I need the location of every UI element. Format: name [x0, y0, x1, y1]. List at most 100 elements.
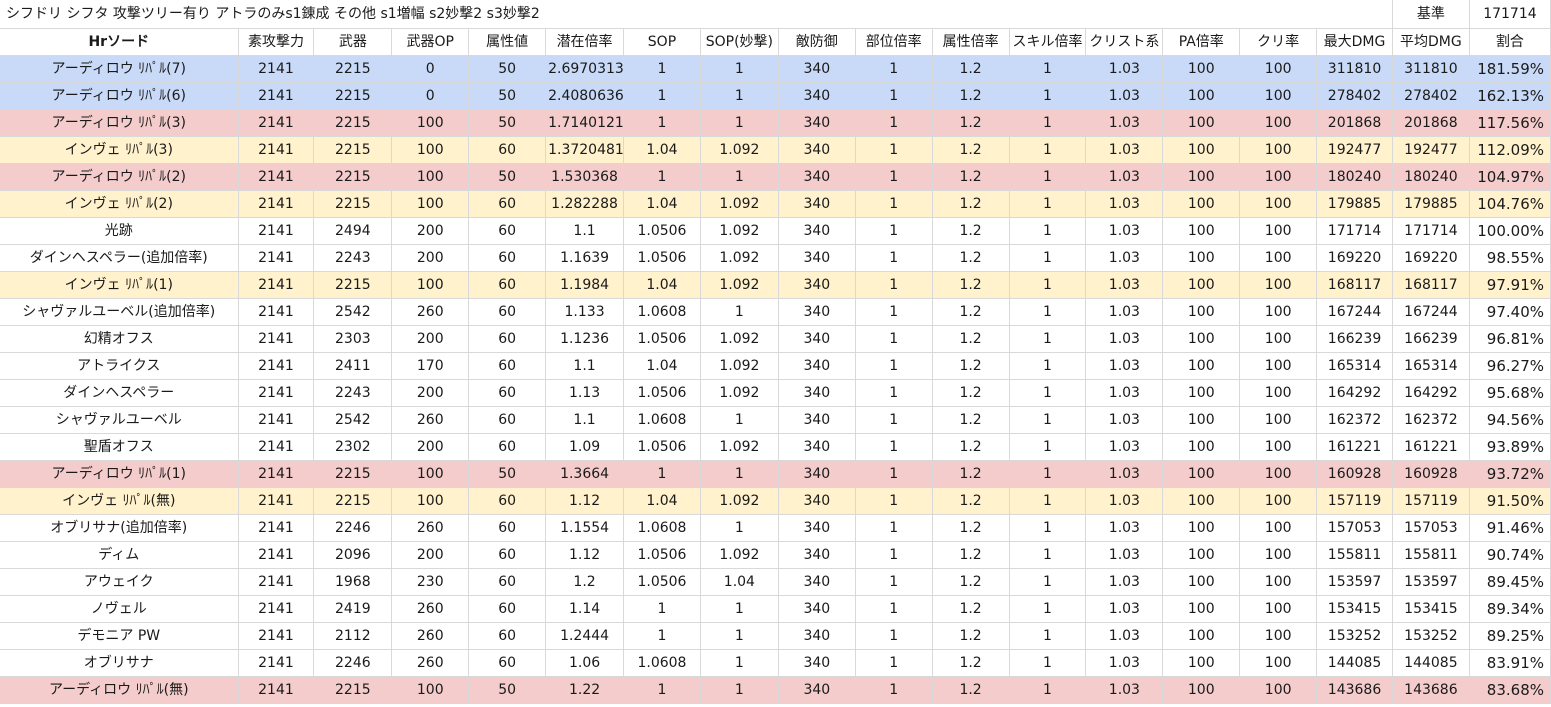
weapon-name-cell[interactable]: デモニア PW [0, 622, 239, 650]
table-cell[interactable]: 2243 [313, 244, 393, 272]
table-cell[interactable]: 1 [855, 109, 933, 137]
sheet-title[interactable]: シフドリ シフタ 攻撃ツリー有り アトラのみs1錬成 その他 s1増幅 s2妙撃… [0, 0, 1393, 29]
table-cell[interactable]: 1 [855, 163, 933, 191]
table-cell[interactable]: 2141 [238, 433, 315, 461]
table-cell[interactable]: 1 [855, 460, 933, 488]
table-cell[interactable]: 1.0506 [623, 244, 701, 272]
table-cell[interactable]: 1 [1009, 379, 1087, 407]
table-cell[interactable]: 260 [391, 514, 470, 542]
table-cell[interactable]: 100 [391, 190, 470, 218]
table-cell[interactable]: 260 [391, 595, 470, 623]
table-cell[interactable]: 1 [700, 514, 779, 542]
table-cell[interactable]: 2141 [238, 568, 315, 596]
table-cell[interactable]: 89.45% [1469, 568, 1551, 596]
table-cell[interactable]: 1 [700, 622, 779, 650]
table-cell[interactable]: 2141 [238, 136, 315, 164]
table-cell[interactable]: 1.092 [700, 541, 779, 569]
table-cell[interactable]: 340 [778, 163, 856, 191]
table-cell[interactable]: 1.2 [932, 271, 1010, 299]
table-cell[interactable]: 161221 [1392, 433, 1470, 461]
table-cell[interactable]: 60 [468, 541, 547, 569]
weapon-name-cell[interactable]: アーディロウ ﾘﾊﾟﾙ(2) [0, 163, 239, 191]
table-cell[interactable]: 100 [1162, 109, 1241, 137]
table-cell[interactable]: 60 [468, 325, 547, 353]
table-cell[interactable]: 2302 [313, 433, 393, 461]
table-cell[interactable]: 160928 [1316, 460, 1393, 488]
table-cell[interactable]: 96.81% [1469, 325, 1551, 353]
table-cell[interactable]: 157053 [1316, 514, 1393, 542]
table-cell[interactable]: 153252 [1316, 622, 1393, 650]
table-cell[interactable]: 2246 [313, 514, 393, 542]
table-cell[interactable]: 340 [778, 487, 856, 515]
table-cell[interactable]: 100 [391, 676, 470, 704]
table-cell[interactable]: 1.2 [932, 622, 1010, 650]
table-cell[interactable]: 161221 [1316, 433, 1393, 461]
table-cell[interactable]: 100 [1162, 55, 1241, 83]
weapon-name-cell[interactable]: シャヴァルユーベル(追加倍率) [0, 298, 239, 326]
table-cell[interactable]: 0 [391, 55, 470, 83]
table-cell[interactable]: 170 [391, 352, 470, 380]
table-cell[interactable]: 100 [1239, 514, 1318, 542]
table-cell[interactable]: 100 [1162, 82, 1241, 110]
table-cell[interactable]: 200 [391, 433, 470, 461]
column-header[interactable]: 最大DMG [1316, 28, 1393, 56]
table-cell[interactable]: 1.03 [1085, 568, 1164, 596]
column-header[interactable]: 平均DMG [1392, 28, 1470, 56]
column-header[interactable]: 武器 [313, 28, 393, 56]
table-cell[interactable]: 181.59% [1469, 55, 1551, 83]
table-cell[interactable]: 153415 [1316, 595, 1393, 623]
table-cell[interactable]: 60 [468, 514, 547, 542]
table-cell[interactable]: 1 [855, 217, 933, 245]
table-cell[interactable]: 1 [1009, 82, 1087, 110]
table-cell[interactable]: 260 [391, 649, 470, 677]
table-cell[interactable]: 104.97% [1469, 163, 1551, 191]
table-cell[interactable]: 2215 [313, 190, 393, 218]
table-cell[interactable]: 1.04 [623, 352, 701, 380]
table-cell[interactable]: 162372 [1316, 406, 1393, 434]
table-cell[interactable]: 100 [1162, 136, 1241, 164]
table-cell[interactable]: 100 [1239, 595, 1318, 623]
table-cell[interactable]: 2141 [238, 595, 315, 623]
table-cell[interactable]: 2141 [238, 352, 315, 380]
table-cell[interactable]: 1.03 [1085, 82, 1164, 110]
weapon-name-cell[interactable]: 聖盾オフス [0, 433, 239, 461]
table-cell[interactable]: 1.2 [932, 379, 1010, 407]
table-cell[interactable]: 2141 [238, 460, 315, 488]
table-cell[interactable]: 1.04 [623, 136, 701, 164]
table-cell[interactable]: 153597 [1392, 568, 1470, 596]
table-cell[interactable]: 1.12 [545, 487, 625, 515]
table-cell[interactable]: 1.03 [1085, 55, 1164, 83]
table-cell[interactable]: 2542 [313, 406, 393, 434]
table-cell[interactable]: 2141 [238, 649, 315, 677]
table-cell[interactable]: 1.0506 [623, 568, 701, 596]
table-cell[interactable]: 100 [1162, 190, 1241, 218]
table-cell[interactable]: 60 [468, 190, 547, 218]
table-cell[interactable]: 2141 [238, 379, 315, 407]
table-cell[interactable]: 340 [778, 217, 856, 245]
table-cell[interactable]: 2303 [313, 325, 393, 353]
table-cell[interactable]: 1968 [313, 568, 393, 596]
table-cell[interactable]: 165314 [1316, 352, 1393, 380]
table-cell[interactable]: 83.91% [1469, 649, 1551, 677]
table-cell[interactable]: 1.092 [700, 244, 779, 272]
table-cell[interactable]: 1 [700, 460, 779, 488]
table-cell[interactable]: 340 [778, 649, 856, 677]
table-cell[interactable]: 60 [468, 649, 547, 677]
table-cell[interactable]: 104.76% [1469, 190, 1551, 218]
table-cell[interactable]: 1.1984 [545, 271, 625, 299]
column-header[interactable]: 割合 [1469, 28, 1551, 56]
table-cell[interactable]: 1.03 [1085, 352, 1164, 380]
table-cell[interactable]: 100 [1239, 541, 1318, 569]
table-cell[interactable]: 180240 [1392, 163, 1470, 191]
table-cell[interactable]: 1.2 [932, 217, 1010, 245]
table-cell[interactable]: 1.2 [932, 190, 1010, 218]
table-cell[interactable]: 340 [778, 55, 856, 83]
table-cell[interactable]: 100 [1239, 649, 1318, 677]
table-cell[interactable]: 90.74% [1469, 541, 1551, 569]
table-cell[interactable]: 1.1 [545, 406, 625, 434]
table-cell[interactable]: 1.03 [1085, 406, 1164, 434]
table-cell[interactable]: 50 [468, 676, 547, 704]
table-cell[interactable]: 1.1 [545, 217, 625, 245]
table-cell[interactable]: 100 [1162, 217, 1241, 245]
table-cell[interactable]: 100 [1162, 595, 1241, 623]
